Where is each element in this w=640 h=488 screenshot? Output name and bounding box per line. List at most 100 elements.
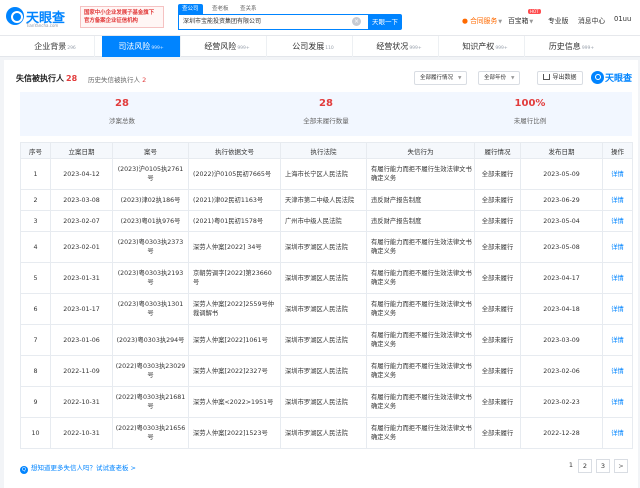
year-filter-dropdown[interactable]: 全部年份 ▼ (478, 71, 521, 85)
cell-case-no: (2022)粤0303执21656号 (112, 417, 189, 449)
tab-operation-risk[interactable]: 经营风险999+ (188, 36, 267, 57)
page-3[interactable]: 3 (596, 459, 610, 473)
next-page-button[interactable]: > (614, 459, 628, 473)
chevron-right-icon: > (130, 464, 136, 472)
detail-link[interactable]: 详情 (602, 324, 633, 356)
nav-contract-service[interactable]: ● 合同服务▼ (462, 15, 502, 25)
column-header: 立案日期 (50, 142, 113, 159)
cell-court: 深圳市罗湖区人民法院 (280, 262, 367, 294)
search-tab-relation[interactable]: 查关系 (236, 4, 261, 14)
cell-publish-date: 2023-02-23 (520, 386, 603, 418)
detail-link[interactable]: 详情 (602, 355, 633, 387)
cell-behavior: 有履行能力而拒不履行生效法律文书确定义务 (366, 293, 475, 325)
close-circle-icon[interactable]: × (352, 17, 361, 26)
cell-behavior: 有履行能力而拒不履行生效法律文书确定义务 (366, 231, 475, 263)
chevron-down-icon: ▼ (498, 19, 503, 25)
tab-operation-status[interactable]: 经营状况999+ (360, 36, 439, 57)
section-title-count: 28 (66, 74, 78, 83)
table-row: 4 2023-02-01 (2023)粤0303执2373号 深劳人仲案[2022] … (20, 231, 633, 263)
export-button[interactable]: 导出数据 (537, 71, 583, 85)
cell-file-date: 2023-01-06 (50, 324, 113, 356)
nav-toolbox[interactable]: 百宝箱▼ (508, 15, 533, 25)
nav-messages[interactable]: 消息中心 (578, 15, 605, 25)
cell-court: 深圳市罗湖区人民法院 (280, 355, 367, 387)
cell-case-no: (2023)粤0303执2193号 (112, 262, 189, 294)
cell-court: 广州市中级人民法院 (280, 210, 367, 232)
stat-value: 28 (319, 98, 333, 109)
logo-subtext: TianYancha.com (26, 23, 59, 28)
cell-basis-doc: 深劳人仲案[2022]2559号仲裁调解书 (188, 293, 281, 325)
table-row: 5 2023-01-31 (2023)粤0303执2193号 京朝劳调字[2022]第… (20, 262, 633, 294)
column-header: 执行依据文号 (188, 142, 281, 159)
detail-link[interactable]: 详情 (602, 417, 633, 449)
tab-company-development[interactable]: 公司发展110 (274, 36, 353, 57)
cell-case-no: (2023)粤0303执1301号 (112, 293, 189, 325)
promo-badge[interactable]: 国家中小企业发展子基金旗下 官方备案企业征信机构 (80, 6, 164, 28)
detail-link[interactable]: 详情 (602, 158, 633, 190)
tab-label: 公司发展 (292, 42, 325, 51)
table-row: 3 2023-02-07 (2023)粤01执976号 (2021)粤01民初1578… (20, 210, 633, 232)
detail-link[interactable]: 详情 (602, 386, 633, 418)
cell-status: 全部未履行 (474, 231, 521, 263)
cell-behavior: 违反财产报告制度 (366, 210, 475, 232)
cell-behavior: 有履行能力而拒不履行生效法律文书确定义务 (366, 355, 475, 387)
tab-count: 296 (67, 46, 76, 51)
column-header: 操作 (602, 142, 633, 159)
page-1[interactable]: 1 (564, 459, 578, 473)
cell-case-no: (2023)津02执186号 (112, 189, 189, 211)
cell-basis-doc: 深劳人仲案[2022]2327号 (188, 355, 281, 387)
search-input[interactable]: 深圳市宝能投资集团有限公司 (178, 14, 370, 30)
cell-status: 全部未履行 (474, 158, 521, 190)
nav-contract-label: 合同服务 (470, 17, 498, 25)
stat-unfulfilled: 28 全部未履行数量 (224, 92, 428, 136)
cell-court: 上海市长宁区人民法院 (280, 158, 367, 190)
cell-index: 8 (20, 355, 51, 387)
cell-basis-doc: (2021)津02民初1163号 (188, 189, 281, 211)
detail-link[interactable]: 详情 (602, 293, 633, 325)
nav-toolbox-label: 百宝箱 (508, 17, 529, 25)
tab-history[interactable]: 历史信息999+ (532, 36, 611, 57)
detail-link[interactable]: 详情 (602, 231, 633, 263)
search-tab-boss[interactable]: 查老板 (208, 4, 233, 14)
tab-intellectual-property[interactable]: 知识产权999+ (446, 36, 525, 57)
cell-status: 全部未履行 (474, 262, 521, 294)
search-tab-company[interactable]: 查公司 (178, 4, 203, 14)
cell-court: 深圳市罗湖区人民法院 (280, 293, 367, 325)
table-header-row: 序号 立案日期 案号 执行依据文号 执行法院 失信行为 履行情况 发布日期 操作 (20, 142, 633, 159)
cell-court: 深圳市罗湖区人民法院 (280, 324, 367, 356)
cell-index: 5 (20, 262, 51, 294)
cell-publish-date: 2022-12-28 (520, 417, 603, 449)
cell-case-no: (2023)粤0303执294号 (112, 324, 189, 356)
detail-link[interactable]: 详情 (602, 210, 633, 232)
tab-company-background[interactable]: 企业背景296 (16, 36, 95, 57)
nav-user[interactable]: 01uu (614, 15, 631, 23)
cell-basis-doc: 京朝劳调字[2022]第23660号 (188, 262, 281, 294)
logo[interactable]: 天眼查 TianYancha.com (6, 6, 90, 30)
nav-pro[interactable]: 专业版 (548, 15, 568, 25)
cell-file-date: 2023-03-08 (50, 189, 113, 211)
cell-file-date: 2023-02-01 (50, 231, 113, 263)
cell-file-date: 2023-01-31 (50, 262, 113, 294)
cell-publish-date: 2023-05-09 (520, 158, 603, 190)
tab-label: 经营状况 (376, 42, 409, 51)
cell-court: 深圳市罗湖区人民法院 (280, 417, 367, 449)
page-2[interactable]: 2 (578, 459, 592, 473)
table-row: 2 2023-03-08 (2023)津02执186号 (2021)津02民初1163… (20, 189, 633, 211)
status-filter-dropdown[interactable]: 全部履行情况 ▼ (414, 71, 468, 85)
cell-basis-doc: 深劳人仲案<2022>1951号 (188, 386, 281, 418)
stat-label: 涉案总数 (109, 117, 135, 125)
search-button[interactable]: 天眼一下 (368, 14, 402, 30)
search-boss-ad-link[interactable]: Q 想知道更多失信人吗？试试查老板 > (20, 462, 136, 474)
cell-basis-doc: 深劳人仲案[2022]1061号 (188, 324, 281, 356)
tab-judicial-risk[interactable]: 司法风险999+ (102, 36, 181, 57)
cell-case-no: (2023)沪0105执2761号 (112, 158, 189, 190)
logo-mark-icon (6, 7, 24, 25)
cell-status: 全部未履行 (474, 386, 521, 418)
detail-link[interactable]: 详情 (602, 262, 633, 294)
table-row: 10 2022-10-31 (2022)粤0303执21656号 深劳人仲案[2022… (20, 417, 633, 449)
cell-publish-date: 2023-04-17 (520, 262, 603, 294)
history-dishonest-link[interactable]: 历史失信被执行人 2 (88, 74, 146, 84)
stat-total: 28 涉案总数 (20, 92, 224, 136)
detail-link[interactable]: 详情 (602, 189, 633, 211)
history-label: 历史失信被执行人 (88, 76, 140, 84)
